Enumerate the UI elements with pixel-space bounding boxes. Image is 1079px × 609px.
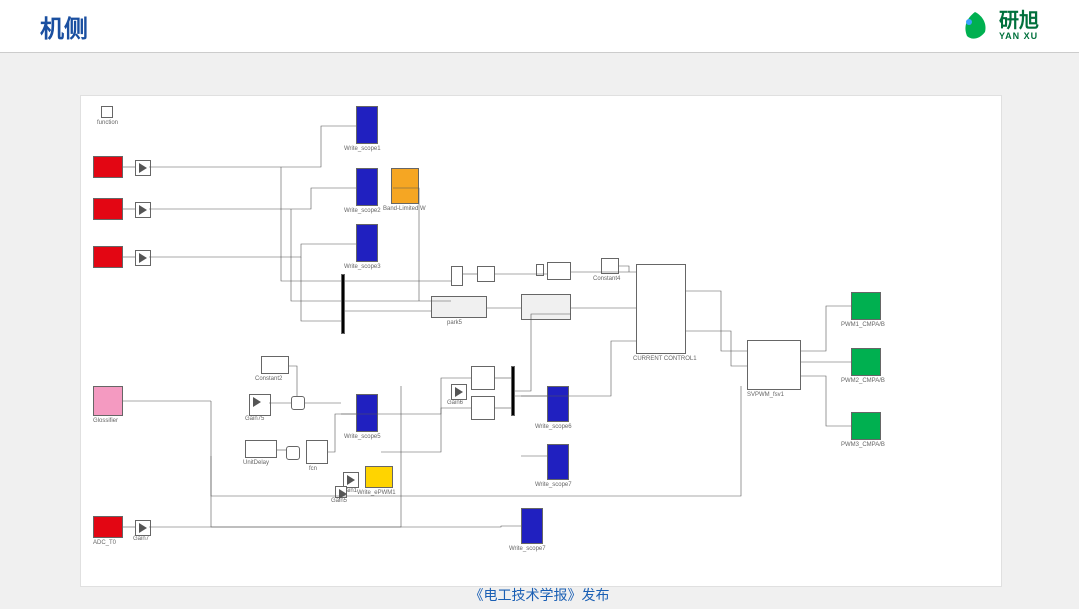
- scope1-label: Write_scope1: [344, 146, 381, 152]
- logo-cn: 研旭: [999, 11, 1039, 31]
- svpwm-block[interactable]: [747, 340, 801, 390]
- scope7b-label: Write_scope7: [509, 546, 546, 552]
- sum-block-1[interactable]: [291, 396, 305, 410]
- scope-5[interactable]: [356, 394, 378, 432]
- current-control-block[interactable]: [636, 264, 686, 354]
- svpwm-label: SVPWM_fsv1: [747, 392, 784, 398]
- gain7-label: Gain7: [133, 536, 149, 542]
- constant2-block[interactable]: [261, 356, 289, 374]
- output1-label: PWM1_CMPA/B: [841, 322, 885, 328]
- gain6-label: Gain6: [447, 400, 463, 406]
- scope-7a[interactable]: [547, 444, 569, 480]
- saturation-block[interactable]: [547, 262, 571, 280]
- footer: 《电工技术学报》发布: [0, 585, 1079, 605]
- gain-tri-2[interactable]: [135, 202, 151, 218]
- band-limited-block[interactable]: [391, 168, 419, 204]
- scope5-label: Write_scope5: [344, 434, 381, 440]
- logo-en: YAN XU: [999, 31, 1039, 41]
- scope-2[interactable]: [356, 168, 378, 206]
- scope-6[interactable]: [547, 386, 569, 422]
- gain5-label: Gain5: [331, 498, 347, 504]
- gain5-tri[interactable]: [335, 486, 347, 498]
- band-label: Band-Limited W: [383, 206, 426, 212]
- mux-bar[interactable]: [341, 274, 345, 334]
- scope2-label: Write_scope2: [344, 208, 381, 214]
- output3-label: PWM3_CMPA/B: [841, 442, 885, 448]
- gain-tri-3[interactable]: [135, 250, 151, 266]
- logo: 研旭 YAN XU: [959, 10, 1039, 42]
- source-block-2[interactable]: [93, 198, 123, 220]
- source4-label: Glossifier: [93, 418, 118, 424]
- source-block-4[interactable]: [93, 386, 123, 416]
- mux-bar-2[interactable]: [511, 366, 515, 416]
- source-block-5[interactable]: [93, 516, 123, 538]
- gain6-tri[interactable]: [451, 384, 467, 400]
- park-label: park5: [447, 320, 462, 326]
- small-label-block[interactable]: [536, 264, 544, 276]
- matlab-fcn-2[interactable]: [471, 396, 495, 420]
- constant4-label: Constant4: [593, 276, 620, 282]
- header: 机侧 研旭 YAN XU: [0, 0, 1079, 53]
- unitdelay-label: UnitDelay: [243, 460, 269, 466]
- gain-tri-1[interactable]: [135, 160, 151, 176]
- fcn-label: fcn: [309, 466, 317, 472]
- page-title: 机侧: [40, 9, 88, 44]
- matlab-fcn-1[interactable]: [471, 366, 495, 390]
- constant4-block[interactable]: [601, 258, 619, 274]
- function-label: function: [97, 120, 118, 126]
- sum-block-2[interactable]: [286, 446, 300, 460]
- leaf-icon: [959, 10, 991, 42]
- cmd-block[interactable]: [431, 296, 487, 318]
- gain-tri-5[interactable]: [135, 520, 151, 536]
- simulink-canvas[interactable]: function Glossifier ADC_T0 Gain7 Write_s…: [80, 95, 1002, 587]
- scope-1[interactable]: [356, 106, 378, 144]
- current-ctrl-label: CURRENT CONTROL1: [633, 356, 697, 362]
- scope-7b[interactable]: [521, 508, 543, 544]
- fcn-block[interactable]: [306, 440, 328, 464]
- scope3-label: Write_scope3: [344, 264, 381, 270]
- sum-node-1[interactable]: [451, 266, 463, 286]
- yellow-block[interactable]: [365, 466, 393, 488]
- source5-label: ADC_T0: [93, 540, 116, 546]
- source-block-3[interactable]: [93, 246, 123, 268]
- yellow-label: Write_ePWM1: [357, 490, 396, 496]
- scope7a-label: Write_scope7: [535, 482, 572, 488]
- output2-label: PWM2_CMPA/B: [841, 378, 885, 384]
- gain-mid[interactable]: [477, 266, 495, 282]
- unit-delay-block[interactable]: [245, 440, 277, 458]
- gain75-tri[interactable]: [249, 394, 271, 416]
- dq-subsystem[interactable]: [521, 294, 571, 320]
- function-block[interactable]: [101, 106, 113, 118]
- output-2[interactable]: [851, 348, 881, 376]
- scope6-label: Write_scope6: [535, 424, 572, 430]
- output-1[interactable]: [851, 292, 881, 320]
- gain75-label: Gain75: [245, 416, 264, 422]
- source-block-1[interactable]: [93, 156, 123, 178]
- output-3[interactable]: [851, 412, 881, 440]
- scope-3[interactable]: [356, 224, 378, 262]
- constant2-label: Constant2: [255, 376, 282, 382]
- logo-text: 研旭 YAN XU: [999, 11, 1039, 41]
